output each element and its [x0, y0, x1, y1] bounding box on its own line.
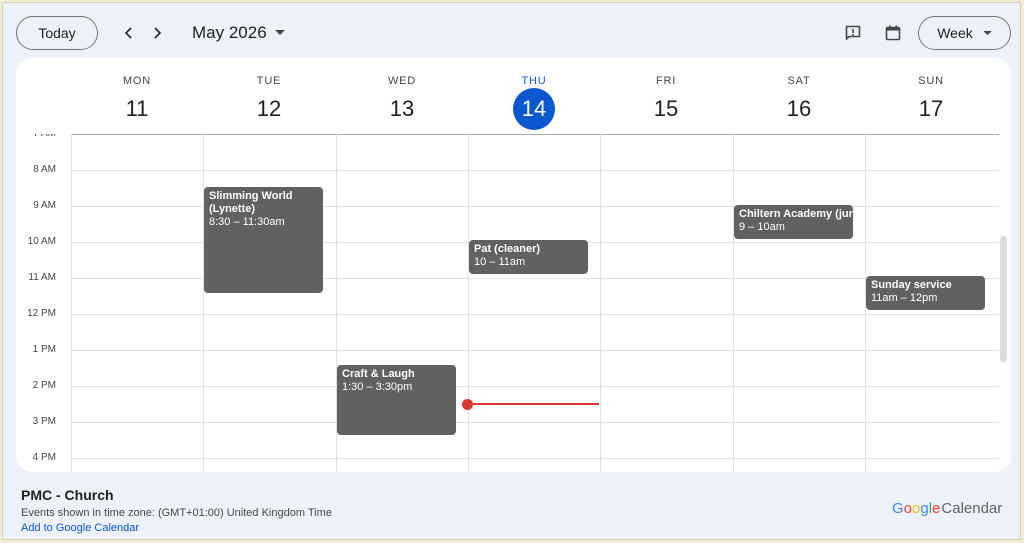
event-sunday-service[interactable]: Sunday service 11am – 12pm: [866, 276, 985, 310]
day-column-divider: [468, 134, 469, 472]
day-name: TUE: [256, 75, 282, 87]
hour-label: 7 AM: [16, 134, 56, 139]
hour-label: 8 AM: [33, 164, 56, 175]
event-title: Craft & Laugh: [342, 368, 415, 380]
day-number[interactable]: 12: [248, 88, 290, 130]
event-time: 1:30 – 3:30pm: [342, 381, 413, 393]
day-column-divider: [203, 134, 204, 472]
event-time: 8:30 – 11:30am: [209, 216, 285, 228]
hour-label: 9 AM: [33, 200, 56, 211]
calendar-wordmark: Calendar: [941, 500, 1003, 517]
view-label: Week: [937, 25, 973, 41]
hour-label: 4 PM: [32, 452, 56, 463]
day-number[interactable]: 13: [381, 88, 423, 130]
event-title: Chiltern Academy (juni: [739, 208, 853, 220]
feedback-button[interactable]: [841, 21, 865, 45]
day-name: FRI: [655, 75, 677, 87]
day-name: SAT: [787, 75, 811, 87]
hour-gridline: [71, 422, 999, 423]
day-header-wed[interactable]: WED 13: [336, 58, 468, 134]
day-name: MON: [122, 75, 152, 87]
add-to-google-calendar-link[interactable]: Add to Google Calendar: [21, 522, 139, 534]
chevron-right-icon: [154, 27, 162, 39]
event-time: 11am – 12pm: [871, 292, 938, 304]
hour-label: 2 PM: [32, 380, 56, 391]
hour-gridline: [71, 314, 999, 315]
open-calendar-button[interactable]: [881, 21, 905, 45]
event-slimming-world-lynette[interactable]: Slimming World (Lynette) 8:30 – 11:30am: [204, 187, 323, 293]
day-column-divider: [600, 134, 601, 472]
day-name: THU: [521, 75, 547, 87]
day-header-sat[interactable]: SAT 16: [733, 58, 865, 134]
day-number[interactable]: 17: [910, 88, 952, 130]
day-header-sun[interactable]: SUN 17: [865, 58, 997, 134]
event-title: Pat (cleaner): [474, 243, 541, 255]
day-name: WED: [387, 75, 417, 87]
today-button[interactable]: Today: [16, 16, 98, 50]
google-wordmark: Google: [892, 500, 941, 517]
hour-label: 12 PM: [27, 308, 56, 319]
day-number[interactable]: 16: [778, 88, 820, 130]
day-number[interactable]: 11: [116, 88, 158, 130]
day-name: SUN: [918, 75, 944, 87]
month-label: May 2026: [192, 23, 267, 42]
hour-gridline: [71, 350, 999, 351]
day-header-fri[interactable]: FRI 15: [600, 58, 732, 134]
event-title: Sunday service: [871, 279, 952, 291]
day-header-tue[interactable]: TUE 12: [203, 58, 335, 134]
scrollbar[interactable]: [1000, 236, 1007, 362]
caret-down-icon: [983, 30, 992, 35]
view-select[interactable]: Week: [918, 16, 1011, 50]
day-column-divider: [733, 134, 734, 472]
event-time: 9 – 10am: [739, 221, 785, 233]
day-column-divider: [71, 134, 72, 472]
chevron-left-icon: [124, 27, 132, 39]
event-title: Slimming World (Lynette): [209, 190, 293, 215]
week-view: MON11TUE12WED13THU14FRI15SAT16SUN17 7 AM…: [16, 58, 1011, 472]
calendar-embed: Today May 2026 Week MON 11 TUE 12 WED 13…: [2, 2, 1021, 540]
hour-label: 1 PM: [32, 344, 56, 355]
calendar-name: PMC - Church: [21, 487, 114, 503]
event-craft-laugh[interactable]: Craft & Laugh 1:30 – 3:30pm: [337, 365, 456, 435]
event-pat-cleaner[interactable]: Pat (cleaner) 10 – 11am: [469, 240, 588, 274]
hour-label: 11 AM: [28, 272, 56, 283]
hour-gridline: [71, 170, 999, 171]
hour-gridline: [71, 386, 999, 387]
day-header-thu[interactable]: THU 14: [468, 58, 600, 134]
calendar-icon: [885, 25, 901, 41]
event-time: 10 – 11am: [474, 256, 526, 268]
current-time-line: [467, 403, 599, 405]
time-grid[interactable]: 7 AM 8 AM 9 AM 10 AM 11 AM 12 PM 1 PM 2 PM 3 PM 4…: [16, 134, 1011, 472]
timezone-note: Events shown in time zone: (GMT+01:00) U…: [21, 507, 332, 519]
hour-gridline: [71, 458, 999, 459]
prev-week-button[interactable]: [119, 23, 139, 43]
next-week-button[interactable]: [147, 23, 167, 43]
day-header-mon[interactable]: MON 11: [71, 58, 203, 134]
event-chiltern-academy-juni[interactable]: Chiltern Academy (juni 9 – 10am: [734, 205, 853, 239]
day-number[interactable]: 15: [645, 88, 687, 130]
month-picker[interactable]: May 2026: [192, 20, 285, 46]
caret-down-icon: [274, 30, 285, 35]
hour-label: 3 PM: [32, 416, 56, 427]
hour-gridline: [71, 134, 999, 135]
today-date[interactable]: 14: [513, 88, 555, 130]
feedback-icon: [845, 25, 861, 40]
google-calendar-logo[interactable]: Google Calendar: [892, 500, 1002, 517]
hour-label: 10 AM: [27, 236, 56, 247]
